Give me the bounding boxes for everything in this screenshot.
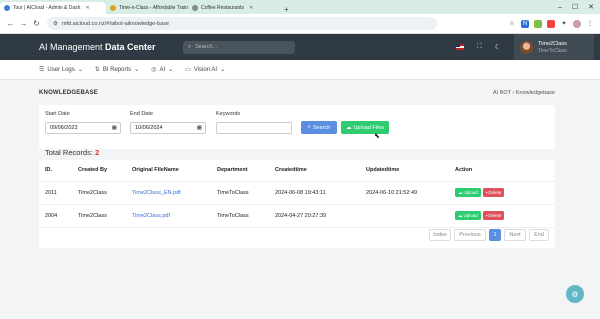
- forward-icon[interactable]: →: [17, 19, 30, 28]
- search-icon: ⌕: [307, 124, 311, 130]
- row-upload-button[interactable]: ☁ Upload: [455, 188, 481, 198]
- camera-icon: ▭: [185, 67, 191, 73]
- chevron-down-icon: ⌄: [77, 67, 83, 73]
- menu-bi-reports[interactable]: ⇅ BI Reports ⌄: [94, 66, 140, 74]
- profile-icon[interactable]: [573, 19, 581, 28]
- file-link[interactable]: Time2Class_EN.pdf: [126, 181, 211, 205]
- avatar: [520, 40, 533, 54]
- chart-icon: ⇅: [94, 67, 100, 73]
- pagination: Index Previous 1 Next End: [429, 229, 549, 241]
- close-tab-icon[interactable]: ✕: [249, 5, 253, 11]
- moon-icon[interactable]: ☾: [495, 43, 501, 51]
- end-date-input[interactable]: 10/06/2024 ▦: [130, 122, 206, 134]
- browser-tab-aicloud[interactable]: Tour | AICloud - Admin & Dash ✕: [0, 2, 106, 14]
- filter-panel: Start Date 09/06/2023 ▦ End Date 10/06/20…: [39, 105, 555, 149]
- back-icon[interactable]: ←: [4, 19, 17, 28]
- url-field[interactable]: ⚙ mfd.aicloud.co.nz/#/aibot-aiknowledge-…: [47, 17, 437, 30]
- extension-n-icon[interactable]: N: [521, 19, 529, 28]
- globe-favicon: [192, 5, 198, 11]
- keywords-label: Keywords: [216, 111, 241, 117]
- row-delete-button[interactable]: ▪ Delete: [482, 210, 505, 220]
- us-flag-icon[interactable]: [455, 44, 464, 50]
- menu-ai[interactable]: ◎ AI ⌄: [151, 66, 174, 74]
- row-delete-button[interactable]: ▪ Delete: [482, 187, 505, 197]
- browser-tab-bar: Tour | AICloud - Admin & Dash ✕ Time-n-C…: [0, 0, 600, 14]
- search-input[interactable]: ⌕ Search...: [183, 40, 295, 54]
- page-title: KNOWLEDGEBASE: [39, 90, 98, 96]
- calendar-icon: ▦: [111, 125, 117, 131]
- extension-icon[interactable]: [547, 19, 555, 28]
- row-upload-button[interactable]: ☁ Upload: [455, 211, 481, 221]
- pager-next[interactable]: Next: [504, 229, 526, 241]
- more-icon[interactable]: ⋮: [586, 20, 594, 28]
- timenclass-favicon: [110, 5, 116, 11]
- reload-icon[interactable]: ↻: [30, 19, 43, 28]
- close-window-icon[interactable]: ✕: [588, 3, 594, 11]
- pager-index[interactable]: Index: [429, 229, 451, 241]
- menu-vision-ai[interactable]: ▭ Vision AI ⌄: [185, 66, 226, 74]
- app-header: AI Management Data Center ⌕ Search... ⛶ …: [0, 34, 600, 60]
- minimize-icon[interactable]: –: [558, 4, 562, 11]
- pager-page-1[interactable]: 1: [489, 229, 501, 241]
- aicloud-favicon: [4, 5, 10, 11]
- end-date-label: End Date: [130, 111, 153, 117]
- users-icon: ☰: [39, 67, 45, 73]
- trash-icon: ▪: [485, 212, 488, 218]
- address-bar-row: ← → ↻ ⚙ mfd.aicloud.co.nz/#/aibot-aiknow…: [0, 14, 600, 34]
- browser-tab-coffee[interactable]: Coffee Restaurants ✕: [188, 2, 280, 14]
- cloud-upload-icon: ☁: [345, 124, 352, 131]
- knowledgebase-table: ID. Created By Original FileName Departm…: [39, 160, 555, 228]
- settings-fab[interactable]: ⚙: [566, 285, 584, 303]
- search-icon: ⌕: [188, 43, 192, 50]
- app-title: AI Management Data Center: [39, 42, 156, 52]
- pager-end[interactable]: End: [529, 229, 549, 241]
- calendar-icon: ▦: [196, 125, 202, 131]
- puzzle-icon[interactable]: ✦: [560, 20, 568, 28]
- chevron-down-icon: ⌄: [134, 67, 140, 73]
- upload-icon: ☁: [458, 189, 463, 195]
- maximize-icon[interactable]: ☐: [572, 3, 578, 11]
- menu-user-logs[interactable]: ☰ User Logs ⌄: [39, 66, 83, 74]
- table-header-row: ID. Created By Original FileName Departm…: [39, 160, 555, 182]
- main-menu: ☰ User Logs ⌄ ⇅ BI Reports ⌄ ◎ AI ⌄ ▭ Vision AI…: [0, 60, 600, 80]
- total-records: Total Records: 2: [45, 148, 100, 157]
- start-date-label: Start Date: [45, 111, 70, 117]
- pager-previous[interactable]: Previous: [454, 229, 486, 241]
- upload-icon: ☁: [458, 212, 463, 218]
- gear-icon: ⚙: [571, 289, 579, 299]
- start-date-input[interactable]: 09/06/2023 ▦: [45, 122, 121, 134]
- extension-icon[interactable]: [534, 19, 542, 28]
- new-tab-icon[interactable]: +: [280, 5, 293, 14]
- chevron-down-icon: ⌄: [168, 67, 174, 73]
- keywords-input[interactable]: [216, 122, 292, 134]
- table-row: 2004 Time2Class Time2Class.pdf TimeToCla…: [39, 204, 555, 228]
- browser-tab-timenclass[interactable]: Time-n-Class - Affordable Train ✕: [106, 2, 188, 14]
- chevron-down-icon: ⌄: [220, 67, 226, 73]
- upload-files-button[interactable]: ☁ Upload Files: [341, 121, 389, 134]
- mouse-cursor-icon: ⬉: [374, 133, 380, 140]
- fullscreen-icon[interactable]: ⛶: [477, 43, 482, 51]
- site-info-icon[interactable]: ⚙: [53, 21, 58, 27]
- robot-icon: ◎: [151, 67, 157, 73]
- search-button[interactable]: ⌕ Search: [301, 121, 337, 134]
- file-link[interactable]: Time2Class.pdf: [126, 204, 211, 228]
- breadcrumb[interactable]: AI BOT › Knowledgebase: [493, 90, 555, 96]
- user-menu[interactable]: Time2Class TimeToClass: [514, 34, 594, 60]
- close-tab-icon[interactable]: ✕: [85, 5, 89, 11]
- trash-icon: ▪: [485, 189, 488, 195]
- table-row: 2011 Time2Class Time2Class_EN.pdf TimeTo…: [39, 181, 555, 205]
- star-icon[interactable]: ☆: [508, 20, 516, 28]
